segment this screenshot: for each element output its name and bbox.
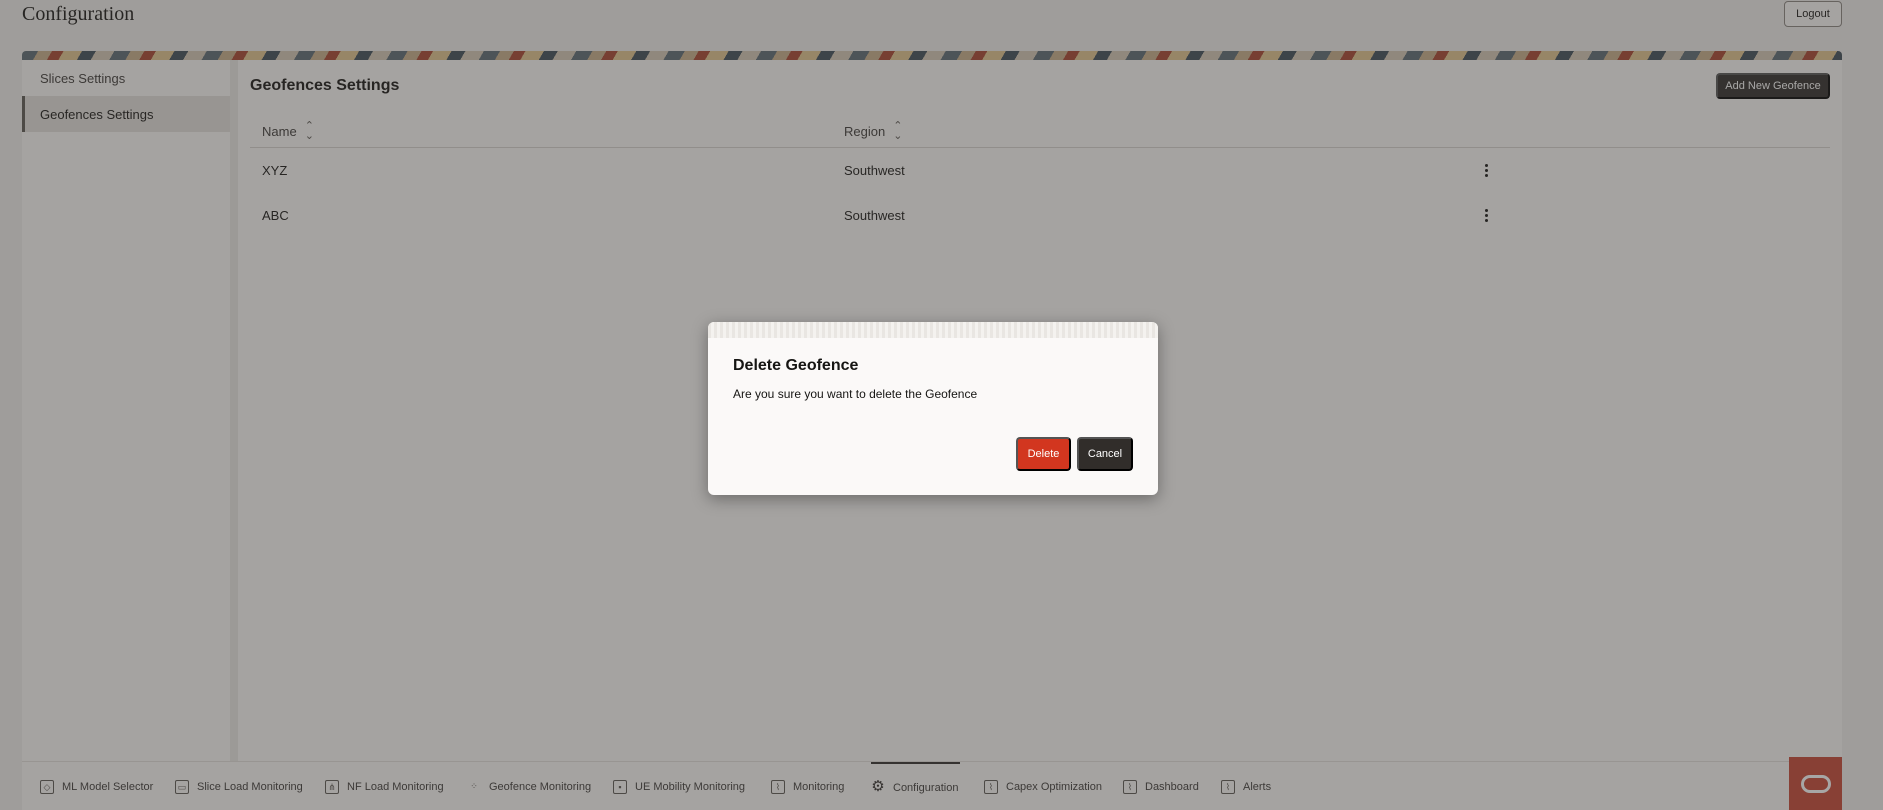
cancel-button[interactable]: Cancel [1077,437,1133,471]
dialog-header-pattern [708,322,1158,338]
delete-geofence-dialog: Delete Geofence Are you sure you want to… [708,322,1158,495]
delete-button[interactable]: Delete [1016,437,1071,471]
dialog-message: Are you sure you want to delete the Geof… [733,387,978,401]
dialog-title: Delete Geofence [733,357,859,374]
